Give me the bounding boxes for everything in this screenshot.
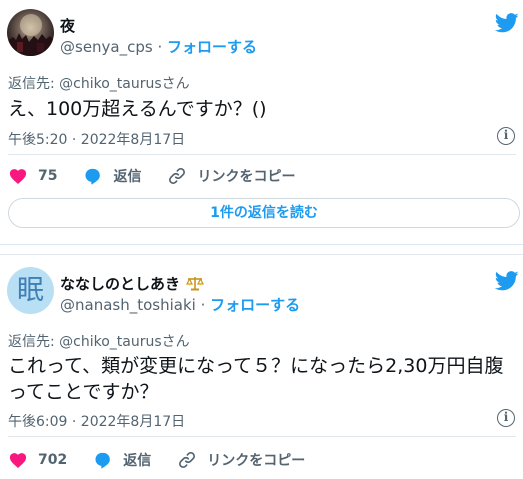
reply-to: 返信先: @chiko_taurusさん <box>8 334 190 350</box>
heart-icon <box>9 453 27 468</box>
scales-emoji-icon <box>186 277 205 291</box>
copy-link-label: リンクをコピー <box>207 453 306 469</box>
handle-line: @senya_cps · フォローする <box>60 36 257 57</box>
link-icon <box>169 168 186 184</box>
separator: · <box>157 38 163 56</box>
like-count: 75 <box>38 168 58 184</box>
reply-to: 返信先: @chiko_taurusさん <box>8 76 190 92</box>
like-button[interactable]: 75 <box>8 166 57 186</box>
avatar-image <box>7 9 54 56</box>
reply-button[interactable]: 返信 <box>93 450 151 470</box>
action-bar: 702 返信 リンクをコピー <box>8 448 331 472</box>
handle[interactable]: @nanash_toshiaki <box>60 296 196 314</box>
twitter-bird-icon[interactable] <box>495 271 519 291</box>
avatar[interactable]: 眠 <box>7 267 54 314</box>
tweet-card: 夜 @senya_cps · フォローする 返信先: @chiko_taurus… <box>0 0 523 244</box>
view-replies-button[interactable]: 1件の返信を読む <box>8 198 520 228</box>
handle[interactable]: @senya_cps <box>60 38 153 56</box>
reply-button[interactable]: 返信 <box>83 166 141 186</box>
reply-label: 返信 <box>113 169 142 185</box>
follow-button[interactable]: フォローする <box>167 38 257 56</box>
divider <box>8 154 516 155</box>
info-icon[interactable]: i <box>497 409 515 427</box>
display-name[interactable]: ななしのとしあき <box>60 275 180 293</box>
like-count: 702 <box>38 452 68 468</box>
heart-icon <box>9 169 27 184</box>
tweet-card: 眠 ななしのとしあき @nanash_toshiaki · フォローする 返信先… <box>0 254 523 479</box>
info-icon[interactable]: i <box>497 127 515 145</box>
divider <box>8 436 516 437</box>
display-name[interactable]: 夜 <box>60 15 75 36</box>
link-icon <box>179 452 196 468</box>
copy-link-label: リンクをコピー <box>197 169 296 185</box>
handle-line: @nanash_toshiaki · フォローする <box>60 294 300 315</box>
display-name-line: ななしのとしあき <box>60 273 205 294</box>
reply-bubble-icon <box>85 168 101 185</box>
follow-button[interactable]: フォローする <box>210 296 300 314</box>
avatar[interactable] <box>7 9 54 56</box>
twitter-bird-icon[interactable] <box>495 13 519 33</box>
timestamp[interactable]: 午後6:09 · 2022年8月17日 <box>8 411 185 431</box>
copy-link-button[interactable]: リンクをコピー <box>177 450 305 470</box>
timestamp[interactable]: 午後5:20 · 2022年8月17日 <box>8 129 185 149</box>
tweet-text: え、100万超えるんですか？() <box>8 98 267 120</box>
separator: · <box>200 296 206 314</box>
action-bar: 75 返信 リンクをコピー <box>8 164 321 188</box>
reply-label: 返信 <box>123 453 152 469</box>
reply-bubble-icon <box>95 452 111 469</box>
like-button[interactable]: 702 <box>8 450 67 470</box>
avatar-glyph: 眠 <box>17 275 44 306</box>
tweet-text: これって、類が変更になって５？になったら2,30万円自腹ってことですか？ <box>8 355 504 403</box>
copy-link-button[interactable]: リンクをコピー <box>167 166 295 186</box>
